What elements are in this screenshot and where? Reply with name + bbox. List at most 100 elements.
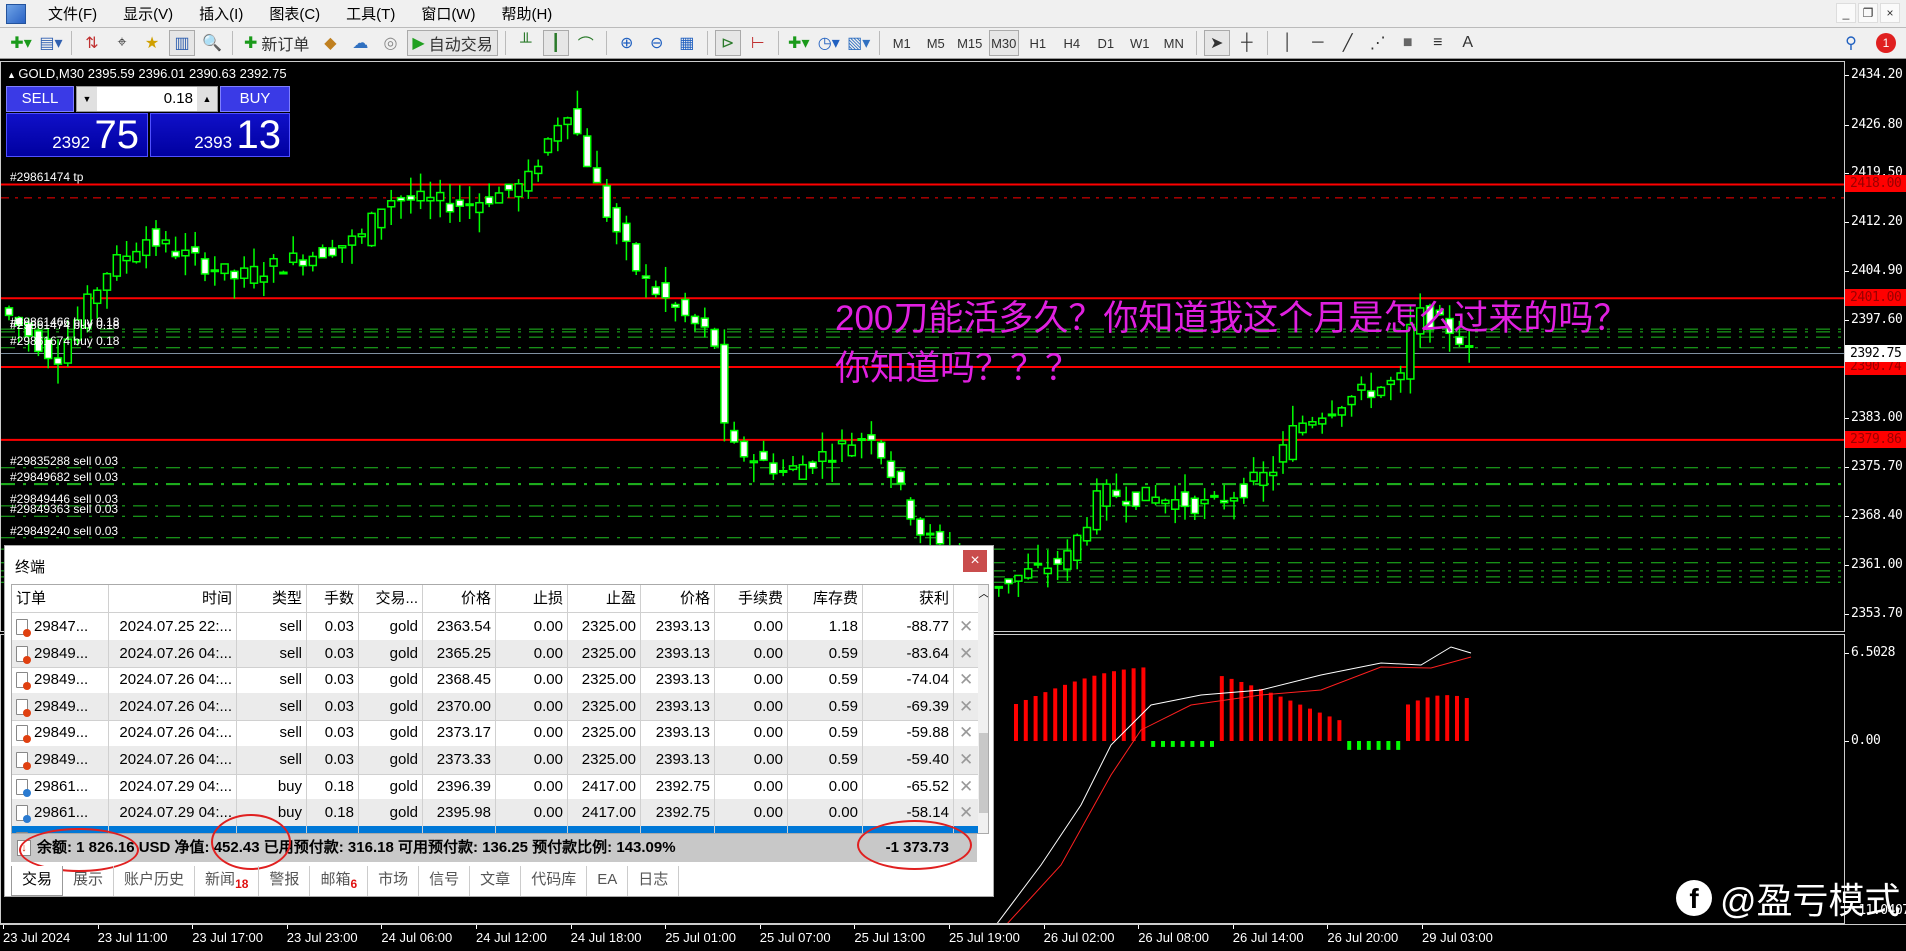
terminal-tab[interactable]: 展示 bbox=[63, 866, 115, 896]
menu-view[interactable]: 显示(V) bbox=[111, 3, 187, 24]
zoom-in-icon[interactable]: ⊕ bbox=[614, 30, 640, 56]
menu-tools[interactable]: 工具(T) bbox=[334, 3, 409, 24]
column-header[interactable]: 类型 bbox=[272, 590, 302, 607]
menu-help[interactable]: 帮助(H) bbox=[489, 3, 566, 24]
terminal-tab[interactable]: 账户历史 bbox=[114, 866, 196, 896]
timeframe-d1[interactable]: D1 bbox=[1091, 30, 1121, 56]
new-order-button[interactable]: ✚ 新订单 bbox=[240, 30, 313, 56]
rectangle-icon[interactable]: ■ bbox=[1395, 30, 1421, 56]
terminal-tab[interactable]: 日志 bbox=[628, 866, 680, 896]
minimize-button[interactable]: _ bbox=[1836, 3, 1856, 23]
volume-decrease-button[interactable]: ▼ bbox=[77, 87, 97, 111]
terminal-tab[interactable]: 信号 bbox=[419, 866, 471, 896]
tile-windows-icon[interactable]: ▦ bbox=[674, 30, 700, 56]
timeframe-w1[interactable]: W1 bbox=[1125, 30, 1155, 56]
column-header[interactable]: 价格 bbox=[461, 590, 491, 607]
buy-price[interactable]: 2393 13 bbox=[150, 113, 290, 157]
close-order-icon[interactable]: ✕ bbox=[959, 773, 973, 801]
strategy-tester-icon[interactable]: 🔍 bbox=[199, 30, 225, 56]
timeframe-mn[interactable]: MN bbox=[1159, 30, 1189, 56]
close-button[interactable]: × bbox=[1880, 3, 1900, 23]
text-icon[interactable]: A bbox=[1455, 30, 1481, 56]
column-header[interactable]: 库存费 bbox=[813, 590, 858, 607]
terminal-tab[interactable]: 交易 bbox=[11, 866, 64, 896]
table-row[interactable]: 29849... 2024.07.26 04:... sell 0.03 gold 237… bbox=[12, 692, 978, 722]
cursor-icon[interactable]: ➤ bbox=[1203, 30, 1230, 56]
table-scrollbar[interactable]: ︿ bbox=[978, 585, 988, 833]
column-header[interactable]: 手数 bbox=[324, 590, 354, 607]
timeframe-h4[interactable]: H4 bbox=[1057, 30, 1087, 56]
column-header[interactable]: 获利 bbox=[919, 590, 949, 607]
table-row[interactable]: 29861... 2024.07.29 04:... buy 0.18 gold 2395… bbox=[12, 799, 978, 828]
trendline-icon[interactable]: ╱ bbox=[1335, 30, 1361, 56]
column-header[interactable]: 止盈 bbox=[606, 590, 636, 607]
volume-increase-button[interactable]: ▲ bbox=[197, 87, 217, 111]
column-header[interactable]: 订单 bbox=[16, 590, 46, 607]
timeframe-m30[interactable]: M30 bbox=[988, 30, 1019, 56]
new-chart-icon[interactable]: ✚▾ bbox=[8, 30, 34, 56]
terminal-close-button[interactable]: × bbox=[963, 550, 987, 572]
terminal-tab[interactable]: 代码库 bbox=[521, 866, 588, 896]
metaeditor-icon[interactable]: ◆ bbox=[317, 30, 343, 56]
terminal-tab[interactable]: 文章 bbox=[470, 866, 522, 896]
restore-button[interactable]: ❐ bbox=[1858, 3, 1878, 23]
close-order-icon[interactable]: ✕ bbox=[959, 693, 973, 721]
terminal-tab[interactable]: 邮箱6 bbox=[310, 866, 369, 896]
column-header[interactable]: 价格 bbox=[680, 590, 710, 607]
candlestick-icon[interactable]: ┃ bbox=[542, 30, 569, 56]
time-axis[interactable]: 23 Jul 2024 23 Jul 11:00 23 Jul 17:00 23 Ju… bbox=[0, 924, 1906, 951]
menu-charts[interactable]: 图表(C) bbox=[257, 3, 334, 24]
notification-badge[interactable]: 1 bbox=[1876, 33, 1896, 53]
terminal-tab[interactable]: 市场 bbox=[368, 866, 420, 896]
menu-file[interactable]: 文件(F) bbox=[36, 3, 111, 24]
search-icon[interactable]: ⚲ bbox=[1838, 30, 1864, 56]
navigator-icon[interactable]: ★ bbox=[139, 30, 165, 56]
sell-price[interactable]: 2392 75 bbox=[6, 113, 148, 157]
terminal-tab[interactable]: EA bbox=[587, 866, 629, 896]
bar-chart-icon[interactable]: ╨ bbox=[513, 30, 539, 56]
volume-value[interactable]: 0.18 bbox=[164, 90, 193, 107]
fibonacci-fan-icon[interactable]: ⋰ bbox=[1365, 30, 1391, 56]
terminal-tab[interactable]: 新闻18 bbox=[195, 866, 260, 896]
timeframe-h1[interactable]: H1 bbox=[1023, 30, 1053, 56]
line-chart-icon[interactable]: ⌒ bbox=[573, 30, 599, 56]
close-order-icon[interactable]: ✕ bbox=[959, 666, 973, 694]
crosshair-icon[interactable]: ┼ bbox=[1234, 30, 1260, 56]
auto-trading-button[interactable]: ▶ 自动交易 bbox=[407, 30, 498, 56]
timeframe-m5[interactable]: M5 bbox=[921, 30, 951, 56]
close-order-icon[interactable]: ✕ bbox=[959, 613, 973, 641]
column-header[interactable]: 手续费 bbox=[738, 590, 783, 607]
table-row[interactable]: 29861...2024.07.29 04:...buy0.18gold2393… bbox=[12, 825, 978, 833]
zoom-out-icon[interactable]: ⊖ bbox=[644, 30, 670, 56]
close-order-icon[interactable]: ✕ bbox=[959, 719, 973, 747]
terminal-icon[interactable]: ▥ bbox=[169, 30, 195, 56]
table-row[interactable]: 29849... 2024.07.26 04:... sell 0.03 gold 236… bbox=[12, 666, 978, 695]
periods-icon[interactable]: ◷▾ bbox=[816, 30, 842, 56]
profiles-icon[interactable]: ▤▾ bbox=[38, 30, 64, 56]
table-row[interactable]: 29849... 2024.07.26 04:... sell 0.03 gold 236… bbox=[12, 639, 978, 669]
column-header[interactable]: 时间 bbox=[202, 590, 232, 607]
indicators-icon[interactable]: ✚▾ bbox=[786, 30, 812, 56]
volume-field[interactable]: ▼ 0.18 ▲ bbox=[76, 86, 218, 112]
menu-insert[interactable]: 插入(I) bbox=[187, 3, 257, 24]
sell-button[interactable]: SELL bbox=[6, 86, 74, 112]
timeframe-m15[interactable]: M15 bbox=[955, 30, 985, 56]
buy-button[interactable]: BUY bbox=[220, 86, 290, 112]
horizontal-line-icon[interactable]: ─ bbox=[1305, 30, 1331, 56]
table-row[interactable]: 29847... 2024.07.25 22:... sell 0.03 gold 236… bbox=[12, 613, 978, 642]
market-watch-icon[interactable]: ⇅ bbox=[79, 30, 105, 56]
vertical-line-icon[interactable]: │ bbox=[1275, 30, 1301, 56]
close-order-icon[interactable]: ✕ bbox=[959, 640, 973, 668]
fibonacci-icon[interactable]: ≡ bbox=[1425, 30, 1451, 56]
terminal-tab[interactable]: 警报 bbox=[259, 866, 311, 896]
autoscroll-icon[interactable]: ⊳ bbox=[714, 30, 741, 56]
chart-shift-icon[interactable]: ⊢ bbox=[745, 30, 771, 56]
signals-icon[interactable]: ◎ bbox=[377, 30, 403, 56]
data-window-icon[interactable]: ⌖ bbox=[109, 30, 135, 56]
table-row[interactable]: 29861... 2024.07.29 04:... buy 0.18 gold 2396… bbox=[12, 772, 978, 802]
table-row[interactable]: 29849... 2024.07.26 04:... sell 0.03 gold 237… bbox=[12, 746, 978, 775]
column-header[interactable]: 止损 bbox=[533, 590, 563, 607]
timeframe-m1[interactable]: M1 bbox=[887, 30, 917, 56]
menu-window[interactable]: 窗口(W) bbox=[409, 3, 489, 24]
table-row[interactable]: 29849... 2024.07.26 04:... sell 0.03 gold 237… bbox=[12, 719, 978, 748]
